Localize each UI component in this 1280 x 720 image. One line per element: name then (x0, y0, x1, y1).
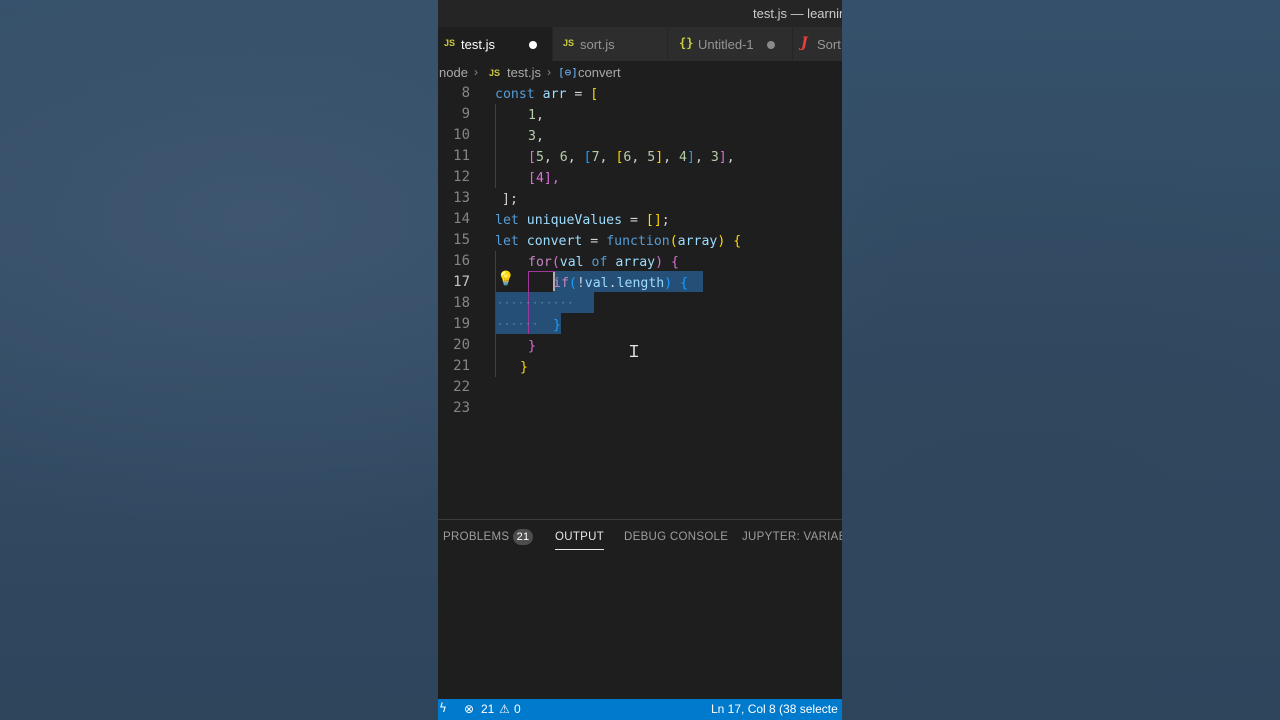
title-bar: test.js — learnin (438, 0, 842, 27)
line-number: 12 (453, 169, 470, 185)
editor-tabs: JS test.js JS sort.js {} Untitled-1 J So… (438, 27, 842, 61)
text-cursor-ibeam-icon: Ｉ (626, 342, 643, 361)
chevron-right-icon: › (547, 65, 551, 79)
tab-debug-console[interactable]: DEBUG CONSOLE (624, 531, 728, 543)
unsaved-dot-icon[interactable] (529, 41, 537, 49)
js-file-icon: JS (489, 68, 501, 78)
breadcrumb: node › JS test.js › [⊖] convert (438, 61, 842, 83)
tab-sort[interactable]: J Sort (793, 27, 842, 61)
whitespace-dots: ··········· (497, 298, 575, 309)
tab-test-js[interactable]: JS test.js (438, 27, 552, 61)
line-number: 22 (453, 379, 470, 395)
line-number: 23 (453, 400, 470, 416)
code-line-19: } (553, 318, 561, 333)
error-count[interactable]: 21 (481, 702, 494, 716)
vscode-window: test.js — learnin JS test.js JS sort.js … (438, 0, 842, 720)
indent-guide (495, 104, 496, 188)
code-editor[interactable]: 8 9 10 11 12 13 14 15 16 17 18 19 20 21 … (438, 83, 842, 519)
bottom-panel: PROBLEMS 21 OUTPUT DEBUG CONSOLE JUPYTER… (438, 519, 842, 700)
tab-jupyter-variables[interactable]: JUPYTER: VARIABL (742, 531, 842, 543)
code-line-12: [4], (528, 171, 560, 186)
code-line-15: let convert = function(array) { (495, 234, 742, 249)
js-file-icon: JS (444, 38, 456, 48)
line-number: 9 (461, 106, 470, 122)
code-line-11: [5, 6, [7, [6, 5], 4], 3], (528, 150, 735, 165)
line-number: 21 (453, 358, 470, 374)
tab-problems[interactable]: PROBLEMS (443, 531, 509, 543)
breadcrumb-file[interactable]: test.js (507, 65, 541, 80)
js-file-icon: JS (563, 38, 575, 48)
indent-guide (495, 251, 496, 377)
code-line-10: 3, (528, 129, 544, 144)
warning-icon: ⚠ (499, 702, 510, 716)
tab-output[interactable]: OUTPUT (555, 531, 605, 550)
symbol-variable-icon: [⊖] (558, 66, 578, 79)
breadcrumb-folder[interactable]: node (439, 65, 468, 80)
code-line-16: for(val of array) { (528, 255, 679, 270)
line-number: 10 (453, 127, 470, 143)
code-line-17: if(!val.length) { (553, 276, 689, 291)
lightbulb-icon[interactable]: 💡 (497, 271, 514, 287)
chevron-right-icon: › (474, 65, 478, 79)
line-number: 18 (453, 295, 470, 311)
tab-label: Untitled-1 (698, 37, 754, 52)
java-file-icon: J (801, 35, 808, 51)
code-line-13: ]; (502, 192, 518, 207)
problems-count-badge: 21 (513, 529, 533, 545)
line-number: 14 (453, 211, 470, 227)
tab-sort-js[interactable]: JS sort.js (553, 27, 667, 61)
unsaved-dot-icon[interactable] (767, 41, 775, 49)
code-line-21: } (520, 360, 528, 375)
remote-icon[interactable]: ϟ (439, 701, 447, 715)
code-line-8: const arr = [ (495, 87, 599, 102)
code-line-20: } (528, 339, 536, 354)
tab-label: sort.js (580, 37, 615, 52)
line-number: 8 (461, 85, 470, 101)
warning-count[interactable]: 0 (514, 702, 521, 716)
breadcrumb-symbol[interactable]: convert (578, 65, 621, 80)
tab-label: Sort (817, 37, 841, 52)
line-number: 15 (453, 232, 470, 248)
tab-untitled-1[interactable]: {} Untitled-1 (668, 27, 792, 61)
cursor-position[interactable]: Ln 17, Col 8 (38 selecte (711, 702, 838, 716)
line-number: 16 (453, 253, 470, 269)
tab-label: test.js (461, 37, 495, 52)
line-number-current: 17 (453, 274, 470, 290)
line-number: 20 (453, 337, 470, 353)
line-number: 19 (453, 316, 470, 332)
whitespace-dots: ······ (497, 319, 540, 330)
window-title: test.js — learnin (753, 6, 842, 21)
line-number: 13 (453, 190, 470, 206)
code-line-14: let uniqueValues = []; (495, 213, 670, 228)
json-file-icon: {} (679, 36, 694, 50)
status-bar: ϟ ⊗ 21 ⚠ 0 Ln 17, Col 8 (38 selecte (438, 699, 842, 720)
line-number: 11 (453, 148, 470, 164)
error-icon: ⊗ (464, 702, 475, 716)
code-line-9: 1, (528, 108, 544, 123)
